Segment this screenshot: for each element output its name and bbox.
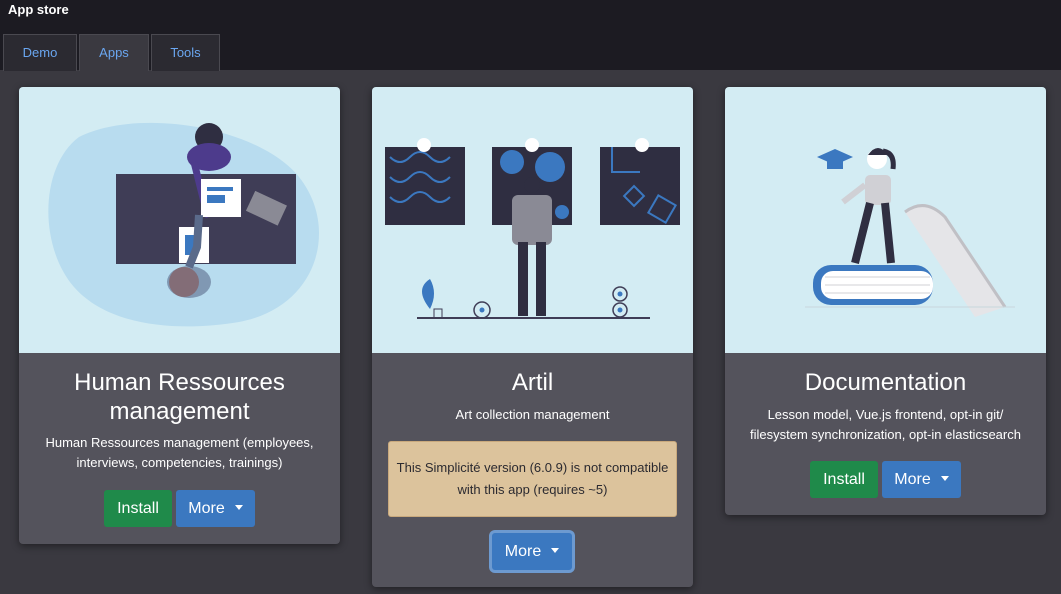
compatibility-warning: This Simplicité version (6.0.9) is not c… xyxy=(388,441,677,517)
install-label: Install xyxy=(823,471,865,488)
top-bar: App store Demo Apps Tools xyxy=(0,0,1061,71)
card-description: Human Ressources management (employees, … xyxy=(45,435,314,470)
caret-down-icon xyxy=(234,504,243,510)
card-description: Art collection management xyxy=(455,407,610,422)
documentation-illustration xyxy=(725,87,1046,353)
more-dropdown-button[interactable]: More xyxy=(882,461,961,498)
card-title: Human Ressources management xyxy=(74,369,285,425)
card-title: Artil xyxy=(511,369,554,396)
card-description: Lesson model, Vue.js frontend, opt-in gi… xyxy=(750,407,1021,442)
caret-down-icon xyxy=(551,547,560,553)
tab-demo[interactable]: Demo xyxy=(3,34,77,71)
app-card-documentation: Documentation Lesson model, Vue.js front… xyxy=(725,87,1046,515)
hr-illustration xyxy=(19,87,340,353)
app-title: App store xyxy=(8,2,69,17)
tab-apps[interactable]: Apps xyxy=(79,34,149,71)
install-button[interactable]: Install xyxy=(104,490,172,527)
more-label: More xyxy=(504,543,542,560)
more-dropdown-button[interactable]: More xyxy=(492,533,572,570)
install-label: Install xyxy=(117,500,159,517)
app-card-artil: Artil Art collection management This Sim… xyxy=(372,87,693,587)
artil-illustration xyxy=(372,87,693,353)
caret-down-icon xyxy=(940,475,949,481)
app-card-human-ressources: Human Ressources management Human Ressou… xyxy=(19,87,340,544)
install-button[interactable]: Install xyxy=(810,461,878,498)
more-label: More xyxy=(188,500,225,517)
more-label: More xyxy=(894,471,931,488)
more-dropdown-button[interactable]: More xyxy=(176,490,255,527)
tab-tools[interactable]: Tools xyxy=(151,34,220,71)
card-title: Documentation xyxy=(804,369,967,396)
